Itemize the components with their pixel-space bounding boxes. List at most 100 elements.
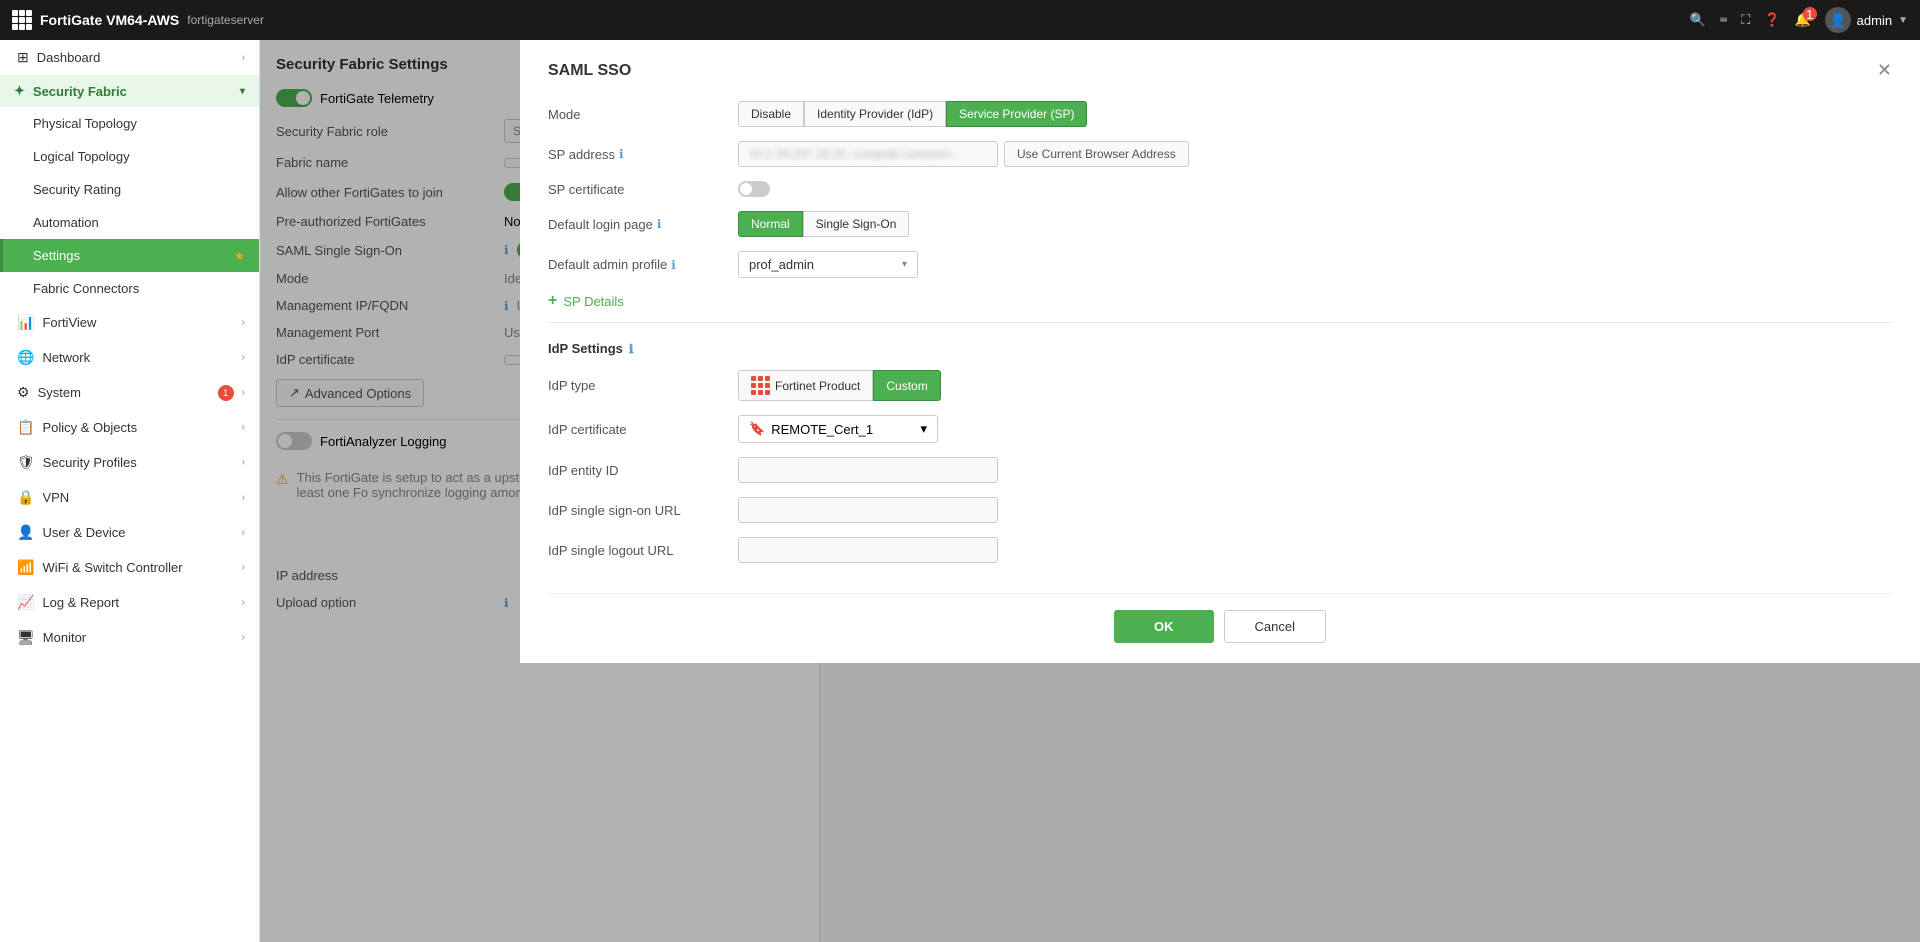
cancel-button[interactable]: Cancel (1224, 610, 1326, 643)
certificate-icon: 🔖 (749, 421, 765, 437)
topbar: FortiGate VM64-AWS fortigateserver 🔍 ⌨ ⛶… (0, 0, 1920, 40)
sp-certificate-toggle[interactable] (738, 181, 770, 197)
user-device-icon: 👤 (17, 524, 34, 541)
default-login-info-icon: ℹ (657, 217, 662, 231)
sidebar-item-logical-topology[interactable]: Logical Topology (0, 140, 259, 173)
sidebar-item-dashboard[interactable]: ⊞ Dashboard › (0, 40, 259, 75)
sidebar-item-settings[interactable]: Settings ★ (0, 239, 259, 272)
help-icon[interactable]: ❓ (1764, 12, 1780, 28)
wifi-icon: 📶 (17, 559, 34, 576)
vpn-icon: 🔒 (17, 489, 34, 506)
sidebar-item-wifi-switch[interactable]: 📶 WiFi & Switch Controller › (0, 550, 259, 585)
admin-profile-info-icon: ℹ (671, 258, 676, 272)
label: System (38, 385, 210, 400)
product-title: FortiGate VM64-AWS (40, 12, 179, 28)
chevron-icon: › (242, 422, 245, 433)
sp-details-toggle[interactable]: + SP Details (548, 292, 1892, 310)
security-fabric-icon: ✦ (14, 83, 25, 99)
sidebar-item-physical-topology[interactable]: Physical Topology (0, 107, 259, 140)
mode-form-label: Mode (548, 107, 728, 122)
sidebar-item-user-device[interactable]: 👤 User & Device › (0, 515, 259, 550)
fortinet-dots-icon (751, 376, 770, 395)
mode-idp-button[interactable]: Identity Provider (IdP) (804, 101, 946, 127)
label: Automation (33, 215, 245, 230)
use-browser-address-button[interactable]: Use Current Browser Address (1004, 141, 1189, 167)
idp-sso-url-input[interactable] (738, 497, 998, 523)
chevron-down-icon: ▾ (902, 259, 907, 270)
chevron-icon: › (242, 387, 245, 398)
default-login-value: Normal Single Sign-On (738, 211, 1892, 237)
sidebar-item-monitor[interactable]: 🖥 Monitor › (0, 620, 259, 655)
admin-profile-select[interactable]: prof_admin ▾ (738, 251, 918, 278)
chevron-icon: › (242, 597, 245, 608)
idp-entity-id-label: IdP entity ID (548, 463, 728, 478)
admin-label: admin (1857, 13, 1892, 28)
modal-close-button[interactable]: ✕ (1877, 60, 1892, 81)
label: Monitor (43, 630, 234, 645)
sidebar-item-security-profiles[interactable]: 🛡 Security Profiles › (0, 445, 259, 480)
idp-cert-select[interactable]: 🔖 REMOTE_Cert_1 ▾ (738, 415, 938, 443)
chevron-icon: › (242, 527, 245, 538)
system-badge: 1 (218, 385, 234, 401)
admin-profile-value: prof_admin ▾ (738, 251, 1892, 278)
mode-form-value: Disable Identity Provider (IdP) Service … (738, 101, 1892, 127)
modal-footer: OK Cancel (548, 593, 1892, 643)
chevron-icon: › (242, 52, 245, 63)
chevron-icon: › (242, 317, 245, 328)
idp-cert-option: REMOTE_Cert_1 (771, 422, 873, 437)
system-icon: ⚙ (17, 384, 30, 401)
sidebar-section-security-fabric[interactable]: ✦ Security Fabric ▾ (0, 75, 259, 107)
user-menu[interactable]: 👤 admin ▼ (1825, 7, 1908, 33)
label: Security Rating (33, 182, 245, 197)
idp-fortinet-button[interactable]: Fortinet Product (738, 370, 873, 401)
sidebar-item-network[interactable]: 🌐 Network › (0, 340, 259, 375)
sidebar-item-security-rating[interactable]: Security Rating (0, 173, 259, 206)
sidebar-item-automation[interactable]: Automation (0, 206, 259, 239)
sidebar-item-fabric-connectors[interactable]: Fabric Connectors (0, 272, 259, 305)
plus-icon: + (548, 292, 557, 310)
fullscreen-icon[interactable]: ⛶ (1741, 12, 1750, 28)
sp-certificate-label: SP certificate (548, 182, 728, 197)
chevron-icon: › (242, 492, 245, 503)
sidebar-item-vpn[interactable]: 🔒 VPN › (0, 480, 259, 515)
idp-entity-id-input[interactable] (738, 457, 998, 483)
label: Log & Report (42, 595, 233, 610)
idp-cert-form-label: IdP certificate (548, 422, 728, 437)
sp-address-value: Use Current Browser Address (738, 141, 1892, 167)
idp-sso-url-label: IdP single sign-on URL (548, 503, 728, 518)
terminal-icon[interactable]: ⌨ (1720, 13, 1727, 27)
chevron-down-icon: ▾ (240, 86, 245, 97)
login-sso-button[interactable]: Single Sign-On (803, 211, 910, 237)
main-content: Security Fabric Settings FortiGate Telem… (260, 40, 1920, 942)
sidebar-item-policy-objects[interactable]: 📋 Policy & Objects › (0, 410, 259, 445)
label: Physical Topology (33, 116, 245, 131)
notification-bell[interactable]: 🔔 1 (1794, 12, 1810, 28)
mode-disable-button[interactable]: Disable (738, 101, 804, 127)
sidebar-item-log-report[interactable]: 📈 Log & Report › (0, 585, 259, 620)
chevron-icon: › (242, 632, 245, 643)
idp-slo-url-input[interactable] (738, 537, 998, 563)
idp-cert-form-value: 🔖 REMOTE_Cert_1 ▾ (738, 415, 1892, 443)
ok-button[interactable]: OK (1114, 610, 1214, 643)
chevron-icon: › (242, 352, 245, 363)
admin-profile-option: prof_admin (749, 257, 814, 272)
star-icon: ★ (234, 249, 245, 263)
label: Network (42, 350, 233, 365)
policy-icon: 📋 (17, 419, 34, 436)
login-normal-button[interactable]: Normal (738, 211, 803, 237)
idp-slo-url-value (738, 537, 1892, 563)
chevron-down-icon: ▾ (920, 421, 927, 437)
idp-settings-header: IdP Settings ℹ (548, 341, 1892, 356)
search-icon[interactable]: 🔍 (1690, 12, 1706, 28)
admin-profile-row: Default admin profile ℹ prof_admin ▾ (548, 251, 1892, 278)
sp-address-input[interactable] (738, 141, 998, 167)
sidebar-item-fortiview[interactable]: 📊 FortiView › (0, 305, 259, 340)
idp-sso-url-value (738, 497, 1892, 523)
sidebar-item-system[interactable]: ⚙ System 1 › (0, 375, 259, 410)
monitor-icon: 🖥 (17, 629, 35, 646)
sidebar: ⊞ Dashboard › ✦ Security Fabric ▾ Physic… (0, 40, 260, 942)
modal-header: SAML SSO ✕ (548, 60, 1892, 81)
dashboard-icon: ⊞ (17, 49, 29, 66)
mode-sp-button[interactable]: Service Provider (SP) (946, 101, 1087, 127)
idp-custom-button[interactable]: Custom (873, 370, 940, 401)
